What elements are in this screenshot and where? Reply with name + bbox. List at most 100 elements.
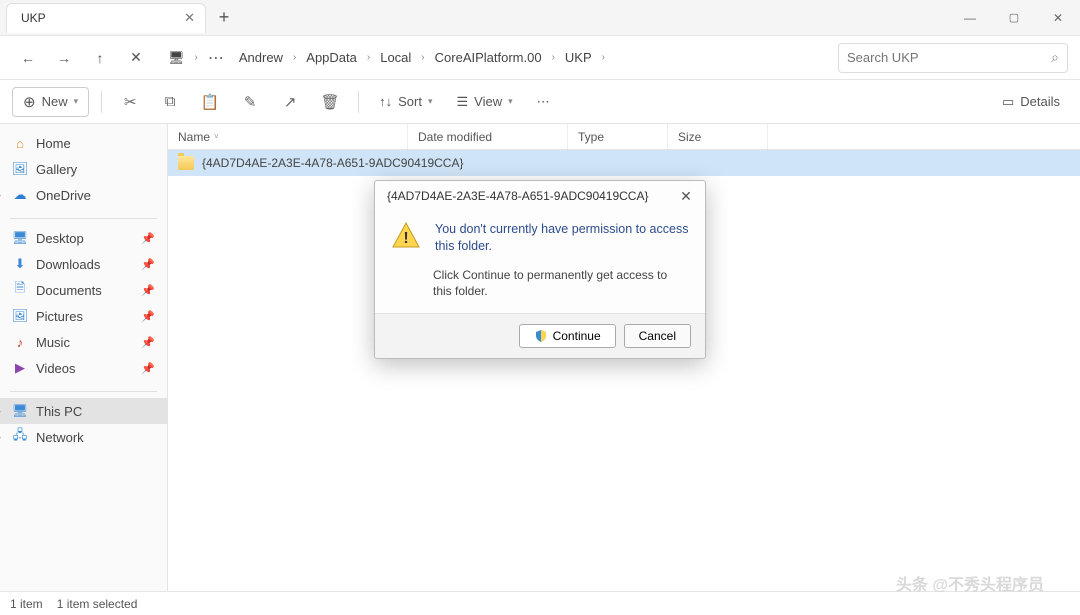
new-label: New <box>42 94 68 109</box>
sidebar-label: Documents <box>36 283 102 298</box>
download-icon: ⬇ <box>12 256 28 272</box>
chevron-right-icon[interactable]: › <box>0 406 1 416</box>
chevron-right-icon[interactable]: › <box>0 432 1 442</box>
warning-icon: ! <box>391 221 421 249</box>
copy-icon[interactable]: ⧉ <box>154 87 186 117</box>
sidebar-item-thispc[interactable]: ›🖥This PC <box>0 398 167 424</box>
dialog-subtext: Click Continue to permanently get access… <box>375 267 705 313</box>
sidebar: ⌂Home 🖼Gallery ›☁OneDrive 🖥Desktop📌 ⬇Dow… <box>0 124 168 591</box>
view-label: View <box>474 94 502 109</box>
up-button[interactable]: ↑ <box>84 42 116 74</box>
chevron-right-icon: › <box>419 52 426 63</box>
dialog-body: ! You don't currently have permission to… <box>375 211 705 267</box>
dialog-header: {4AD7D4AE-2A3E-4A78-A651-9ADC90419CCA} ✕ <box>375 181 705 211</box>
videos-icon: ▶ <box>12 360 28 376</box>
cancel-label: Cancel <box>639 329 676 343</box>
sort-label: Sort <box>398 94 422 109</box>
search-icon[interactable]: ⌕ <box>1051 49 1059 66</box>
cloud-icon: ☁ <box>12 187 28 203</box>
dialog-buttons: Continue Cancel <box>375 313 705 358</box>
column-type[interactable]: Type <box>568 124 668 149</box>
column-size[interactable]: Size <box>668 124 768 149</box>
watermark: 头条 @不秀头程序员 <box>896 571 1044 595</box>
sidebar-item-downloads[interactable]: ⬇ Downloads 📌 <box>0 251 167 277</box>
chevron-right-icon: › <box>291 52 298 63</box>
breadcrumb-segment[interactable]: AppData <box>300 46 363 69</box>
sort-button[interactable]: ↑↓ Sort ▾ <box>371 87 440 117</box>
sidebar-item-pictures[interactable]: 🖼Pictures📌 <box>0 303 167 329</box>
sidebar-label: Pictures <box>36 309 83 324</box>
view-button[interactable]: ☰ View ▾ <box>449 87 521 117</box>
sidebar-item-network[interactable]: ›🖧Network <box>0 424 167 450</box>
more-button[interactable]: ⋯ <box>529 87 558 117</box>
paste-icon[interactable]: 📋 <box>194 87 226 117</box>
close-tab-icon[interactable]: ✕ <box>184 10 195 26</box>
sidebar-item-gallery[interactable]: 🖼 Gallery <box>0 156 167 182</box>
new-tab-button[interactable]: + <box>210 4 238 32</box>
cancel-button[interactable]: Cancel <box>624 324 691 348</box>
back-button[interactable]: ← <box>12 42 44 74</box>
search-input[interactable] <box>847 50 1045 65</box>
breadcrumb-segment[interactable]: UKP <box>559 46 598 69</box>
sidebar-label: Desktop <box>36 231 84 246</box>
continue-button[interactable]: Continue <box>519 324 616 348</box>
cut-icon[interactable]: ✂ <box>114 87 146 117</box>
chevron-right-icon: › <box>365 52 372 63</box>
close-window-button[interactable]: ✕ <box>1036 0 1080 36</box>
gallery-icon: 🖼 <box>12 161 28 177</box>
share-icon[interactable]: ↗ <box>274 87 306 117</box>
breadcrumb-segment[interactable]: Local <box>374 46 417 69</box>
sidebar-label: Downloads <box>36 257 100 272</box>
sidebar-item-documents[interactable]: 🗎Documents📌 <box>0 277 167 303</box>
maximize-button[interactable]: ▢ <box>992 0 1036 36</box>
sidebar-item-onedrive[interactable]: ›☁OneDrive <box>0 182 167 208</box>
chevron-right-icon[interactable]: › <box>0 190 1 200</box>
separator <box>10 391 157 392</box>
breadcrumb-more[interactable]: ⋯ <box>202 48 231 68</box>
forward-button[interactable]: → <box>48 42 80 74</box>
breadcrumb: 🖥 › ⋯ Andrew › AppData › Local › CoreAIP… <box>162 46 834 70</box>
minimize-button[interactable]: — <box>948 0 992 36</box>
pin-icon[interactable]: 📌 <box>141 310 155 323</box>
close-dialog-button[interactable]: ✕ <box>675 188 697 205</box>
pin-icon[interactable]: 📌 <box>141 258 155 271</box>
shield-icon <box>534 329 548 343</box>
details-button[interactable]: ▭ Details <box>994 87 1068 117</box>
plus-icon: ⊕ <box>23 93 36 111</box>
breadcrumb-segment[interactable]: Andrew <box>233 46 289 69</box>
dialog-title: {4AD7D4AE-2A3E-4A78-A651-9ADC90419CCA} <box>387 189 649 203</box>
pin-icon[interactable]: 📌 <box>141 284 155 297</box>
pin-icon[interactable]: 📌 <box>141 232 155 245</box>
sidebar-item-home[interactable]: ⌂Home <box>0 130 167 156</box>
chevron-right-icon: › <box>550 52 557 63</box>
sidebar-item-videos[interactable]: ▶ Videos 📌 <box>0 355 167 381</box>
sidebar-label: Gallery <box>36 162 77 177</box>
breadcrumb-segment[interactable]: CoreAIPlatform.00 <box>429 46 548 69</box>
sidebar-label: Videos <box>36 361 76 376</box>
search-box[interactable]: ⌕ <box>838 43 1068 73</box>
close-nav-button[interactable]: ✕ <box>120 42 152 74</box>
chevron-right-icon: › <box>600 52 607 63</box>
rename-icon[interactable]: ✎ <box>234 87 266 117</box>
window-controls: — ▢ ✕ <box>948 0 1080 36</box>
separator <box>10 218 157 219</box>
sidebar-item-desktop[interactable]: 🖥Desktop📌 <box>0 225 167 251</box>
new-button[interactable]: ⊕ New ▾ <box>12 87 89 117</box>
sort-icon: ↑↓ <box>379 94 392 109</box>
pin-icon[interactable]: 📌 <box>141 336 155 349</box>
list-item[interactable]: {4AD7D4AE-2A3E-4A78-A651-9ADC90419CCA} <box>168 150 1080 176</box>
network-icon: 🖧 <box>12 429 28 445</box>
pin-icon[interactable]: 📌 <box>141 362 155 375</box>
toolbar: ⊕ New ▾ ✂ ⧉ 📋 ✎ ↗ 🗑 ↑↓ Sort ▾ ☰ View ▾ ⋯… <box>0 80 1080 124</box>
monitor-icon[interactable]: 🖥 <box>162 46 191 70</box>
sidebar-item-music[interactable]: ♪ Music 📌 <box>0 329 167 355</box>
column-date[interactable]: Date modified <box>408 124 568 149</box>
navbar: ← → ↑ ✕ 🖥 › ⋯ Andrew › AppData › Local ›… <box>0 36 1080 80</box>
column-headers: Name˅ Date modified Type Size <box>168 124 1080 150</box>
tab-ukp[interactable]: UKP ✕ <box>6 3 206 33</box>
delete-icon[interactable]: 🗑 <box>314 87 346 117</box>
column-name[interactable]: Name˅ <box>168 124 408 149</box>
sidebar-label: Music <box>36 335 70 350</box>
chevron-down-icon: ▾ <box>508 96 513 107</box>
music-icon: ♪ <box>12 334 28 350</box>
